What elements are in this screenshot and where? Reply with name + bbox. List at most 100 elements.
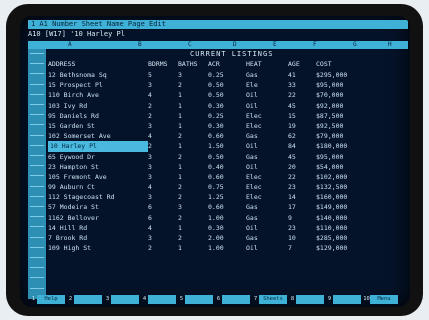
table-cell[interactable]: 45 [288, 152, 296, 162]
table-cell[interactable]: Elec [246, 182, 262, 192]
table-cell[interactable]: 1.50 [208, 141, 224, 151]
table-cell[interactable]: 1162 Bellover [48, 213, 99, 223]
table-cell[interactable]: 0.40 [208, 162, 224, 172]
table-cell[interactable]: 1 [178, 141, 182, 151]
table-cell[interactable]: $70,000 [316, 90, 343, 100]
table-cell[interactable]: 4 [148, 90, 152, 100]
table-cell[interactable]: 1 [178, 162, 182, 172]
table-cell[interactable]: $285,000 [316, 233, 347, 243]
column-letter[interactable]: A [68, 41, 72, 49]
table-cell[interactable]: 33 [288, 80, 296, 90]
table-cell[interactable]: Oil [246, 223, 258, 233]
table-cell[interactable]: $92,000 [316, 101, 343, 111]
table-cell[interactable]: 0.60 [208, 131, 224, 141]
table-cell[interactable]: 0.75 [208, 182, 224, 192]
table-cell[interactable]: 0.25 [208, 70, 224, 80]
table-cell[interactable]: 5 [148, 70, 152, 80]
table-cell[interactable]: 3 [148, 233, 152, 243]
table-cell[interactable]: Oil [246, 162, 258, 172]
table-row[interactable]: 110 Birch Ave 4 1 0.50 Oil 22 $70,000 [48, 90, 398, 100]
table-cell[interactable]: 105 Fremont Ave [48, 172, 107, 182]
column-letter[interactable]: B [138, 41, 142, 49]
table-cell[interactable]: 2 [178, 152, 182, 162]
table-cell[interactable]: Gas [246, 131, 258, 141]
function-key-10[interactable]: Menu [370, 295, 398, 304]
table-cell[interactable]: 1.25 [208, 192, 224, 202]
table-cell[interactable]: 0.60 [208, 202, 224, 212]
table-cell[interactable]: 3 [148, 192, 152, 202]
table-cell[interactable]: 10 Harley Pl [48, 141, 148, 152]
table-row[interactable]: 95 Daniels Rd 2 1 0.25 Elec 15 $87,500 [48, 111, 398, 121]
table-cell[interactable]: Gas [246, 233, 258, 243]
table-cell[interactable]: 1 [178, 90, 182, 100]
table-cell[interactable]: Elec [246, 172, 262, 182]
table-cell[interactable]: 99 Auburn Ct [48, 182, 95, 192]
table-cell[interactable]: 0.50 [208, 80, 224, 90]
table-cell[interactable]: 0.30 [208, 101, 224, 111]
table-cell[interactable]: Elec [246, 192, 262, 202]
column-letter[interactable]: E [273, 41, 277, 49]
table-cell[interactable]: 102 Somerset Ave [48, 131, 111, 141]
table-cell[interactable]: 23 [288, 223, 296, 233]
table-cell[interactable]: 0.50 [208, 152, 224, 162]
table-cell[interactable]: 3 [178, 202, 182, 212]
table-cell[interactable]: $95,000 [316, 80, 343, 90]
table-cell[interactable]: Ele [246, 80, 258, 90]
table-cell[interactable]: 12 Bethsnoma Sq [48, 70, 107, 80]
table-cell[interactable]: 1 [178, 223, 182, 233]
table-cell[interactable]: 41 [288, 70, 296, 80]
table-cell[interactable]: 14 [288, 192, 296, 202]
table-cell[interactable]: 3 [148, 80, 152, 90]
table-cell[interactable]: 6 [148, 213, 152, 223]
table-cell[interactable]: 0.25 [208, 111, 224, 121]
function-key-8[interactable] [296, 295, 324, 304]
table-cell[interactable]: 0.30 [208, 121, 224, 131]
table-cell[interactable]: 3 [148, 152, 152, 162]
table-cell[interactable]: 3 [148, 121, 152, 131]
table-cell[interactable]: $149,000 [316, 202, 347, 212]
table-cell[interactable]: $140,000 [316, 213, 347, 223]
table-cell[interactable]: 95 Daniels Rd [48, 111, 99, 121]
table-row[interactable]: 112 Stagecoast Rd 3 2 1.25 Elec 14 $160,000 [48, 192, 398, 202]
table-cell[interactable]: 65 Eywood Dr [48, 152, 95, 162]
table-cell[interactable]: 2.00 [208, 233, 224, 243]
table-cell[interactable]: 1 [178, 172, 182, 182]
table-cell[interactable]: Oil [246, 141, 258, 151]
table-row[interactable]: 12 Bethsnoma Sq 5 3 0.25 Gas 41 $295,000 [48, 70, 398, 80]
table-row[interactable]: 1162 Bellover 6 2 1.00 Gas 9 $140,000 [48, 213, 398, 223]
table-cell[interactable]: 6 [148, 202, 152, 212]
table-cell[interactable]: 3 [178, 70, 182, 80]
table-cell[interactable]: 2 [148, 101, 152, 111]
table-cell[interactable]: $54,000 [316, 162, 343, 172]
table-cell[interactable]: Gas [246, 213, 258, 223]
table-cell[interactable]: 3 [148, 172, 152, 182]
table-cell[interactable]: 110 Birch Ave [48, 90, 99, 100]
table-cell[interactable]: 22 [288, 90, 296, 100]
table-cell[interactable]: 10 [288, 233, 296, 243]
table-cell[interactable]: $79,000 [316, 131, 343, 141]
table-cell[interactable]: Oil [246, 101, 258, 111]
table-row[interactable]: 15 Prospect Pl 3 2 0.50 Ele 33 $95,000 [48, 80, 398, 90]
table-cell[interactable]: 1.00 [208, 243, 224, 253]
table-cell[interactable]: 2 [178, 233, 182, 243]
table-cell[interactable]: $180,000 [316, 141, 347, 151]
column-letter[interactable]: F [313, 41, 317, 49]
table-cell[interactable]: Elec [246, 111, 262, 121]
table-cell[interactable]: 0.30 [208, 223, 224, 233]
table-row[interactable]: 23 Hampton St 3 1 0.40 Oil 20 $54,000 [48, 162, 398, 172]
table-cell[interactable]: 15 [288, 111, 296, 121]
function-key-3[interactable] [111, 295, 139, 304]
function-key-6[interactable] [222, 295, 250, 304]
table-row[interactable]: 57 Modeira St 6 3 0.60 Gas 17 $149,000 [48, 202, 398, 212]
table-cell[interactable]: 57 Modeira St [48, 202, 99, 212]
table-cell[interactable]: 1 [178, 111, 182, 121]
table-cell[interactable]: 0.50 [208, 90, 224, 100]
table-row[interactable]: 65 Eywood Dr 3 2 0.50 Gas 45 $95,000 [48, 152, 398, 162]
table-cell[interactable]: 84 [288, 141, 296, 151]
table-cell[interactable]: 2 [178, 192, 182, 202]
table-cell[interactable]: 1 [178, 243, 182, 253]
table-cell[interactable]: 23 Hampton St [48, 162, 99, 172]
table-cell[interactable]: $129,000 [316, 243, 347, 253]
table-row[interactable]: 15 Garden St 3 1 0.30 Elec 19 $92,500 [48, 121, 398, 131]
function-key-9[interactable] [333, 295, 361, 304]
